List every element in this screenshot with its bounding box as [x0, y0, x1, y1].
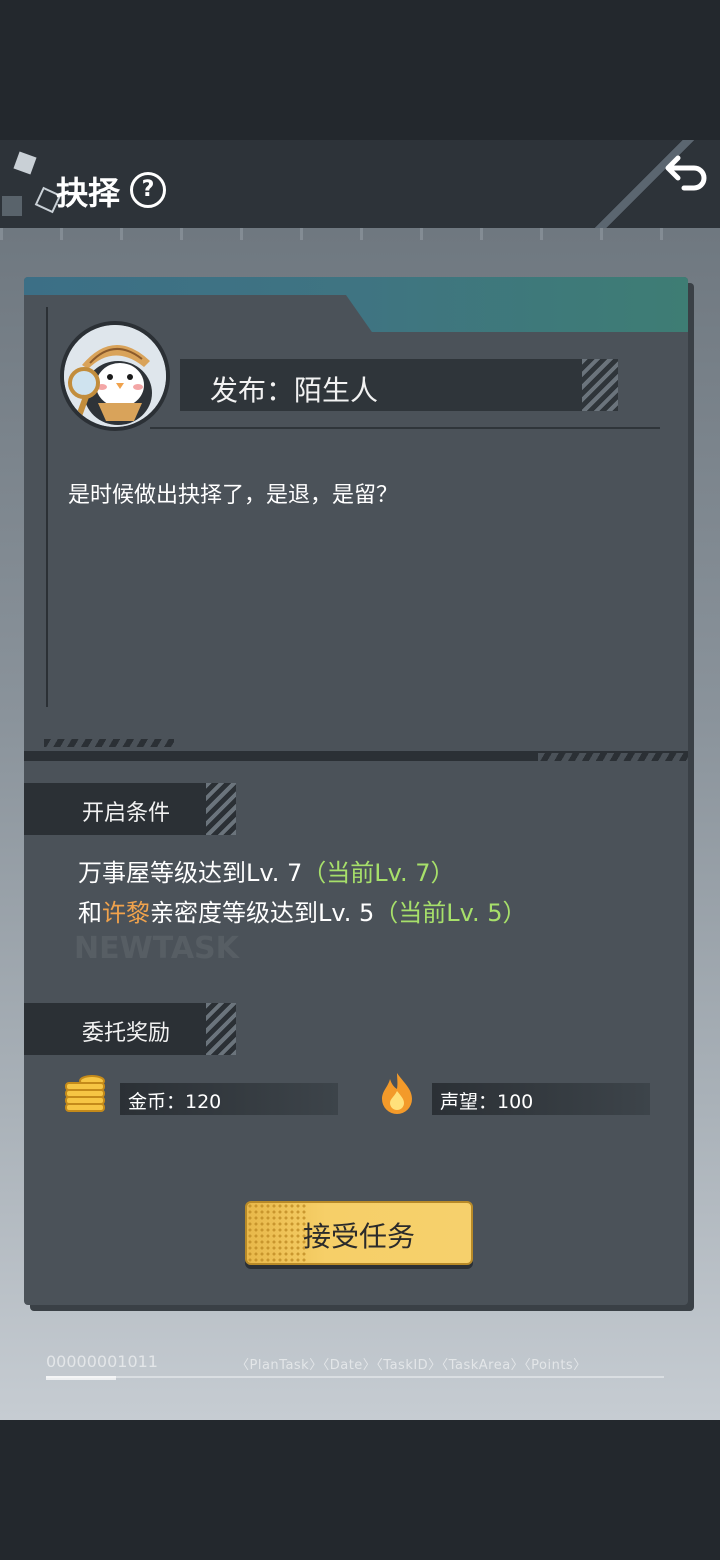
top-bar: 抉择 ?	[0, 140, 720, 228]
section-label-stripes	[206, 1003, 236, 1055]
condition-line-1: 万事屋等级达到Lv. 7（当前Lv. 7）	[78, 853, 455, 888]
back-arrow-icon[interactable]	[664, 148, 712, 196]
conditions-section-title: 开启条件	[82, 801, 171, 826]
condition-current: （当前Lv. 7）	[302, 859, 455, 887]
condition-current: （当前Lv. 5）	[374, 899, 527, 927]
top-bar-strip	[0, 228, 720, 240]
publisher-underline	[150, 427, 660, 429]
task-card: 发布：陌生人 是时候做出抉择了，是退，是留？ 开启条件 万事屋等级达到Lv. 7…	[24, 277, 688, 1305]
section-label-stripes	[206, 783, 236, 835]
accept-task-label: 接受任务	[302, 1220, 415, 1253]
page-title: 抉择	[56, 174, 121, 212]
character-name: 许黎	[102, 899, 150, 927]
task-serial-number: 00000001011	[46, 1352, 158, 1371]
reward-label: 金币：120	[128, 1091, 222, 1113]
publisher-box: 发布：陌生人	[180, 359, 618, 411]
publisher-label: 发布：陌生人	[210, 374, 379, 407]
publisher-box-stripes	[582, 359, 618, 411]
card-side-line	[46, 307, 48, 707]
fire-icon	[382, 1073, 412, 1114]
condition-prefix: 和	[78, 899, 102, 927]
footer-line-accent	[46, 1376, 116, 1380]
task-footer-tags: 〈PlanTask〉〈Date〉〈TaskID〉〈TaskArea〉〈Point…	[236, 1358, 587, 1373]
reward-label: 声望：100	[440, 1091, 534, 1113]
help-icon[interactable]: ?	[130, 172, 166, 208]
gold-coins-icon	[65, 1075, 105, 1112]
screen: U Q 抉择 ?	[0, 0, 720, 1560]
condition-text: 万事屋等级达到Lv. 7	[78, 859, 303, 887]
newtask-watermark: NEWTASK	[74, 931, 239, 966]
task-description: 是时候做出抉择了，是退，是留？	[68, 483, 399, 508]
decoration-square	[13, 151, 37, 175]
conditions-section-label: 开启条件	[24, 783, 236, 835]
divider-hatch	[44, 739, 174, 747]
divider-hatch	[538, 753, 688, 761]
accept-task-button[interactable]: 接受任务	[245, 1201, 473, 1265]
condition-line-2: 和许黎亲密度等级达到Lv. 5（当前Lv. 5）	[78, 893, 527, 928]
reward-item-reputation: 声望：100	[432, 1083, 650, 1115]
task-panel-stage: U Q 抉择 ?	[0, 140, 720, 1420]
condition-text: 亲密度等级达到Lv. 5	[150, 899, 375, 927]
reward-item-gold: 金币：120	[120, 1083, 338, 1115]
detective-penguin-avatar	[64, 325, 166, 427]
card-header-notch	[24, 295, 374, 335]
decoration-square	[2, 196, 22, 216]
footer-line	[46, 1376, 664, 1378]
rewards-section-label: 委托奖励	[24, 1003, 236, 1055]
rewards-section-title: 委托奖励	[82, 1021, 171, 1046]
publisher-avatar	[60, 321, 170, 431]
